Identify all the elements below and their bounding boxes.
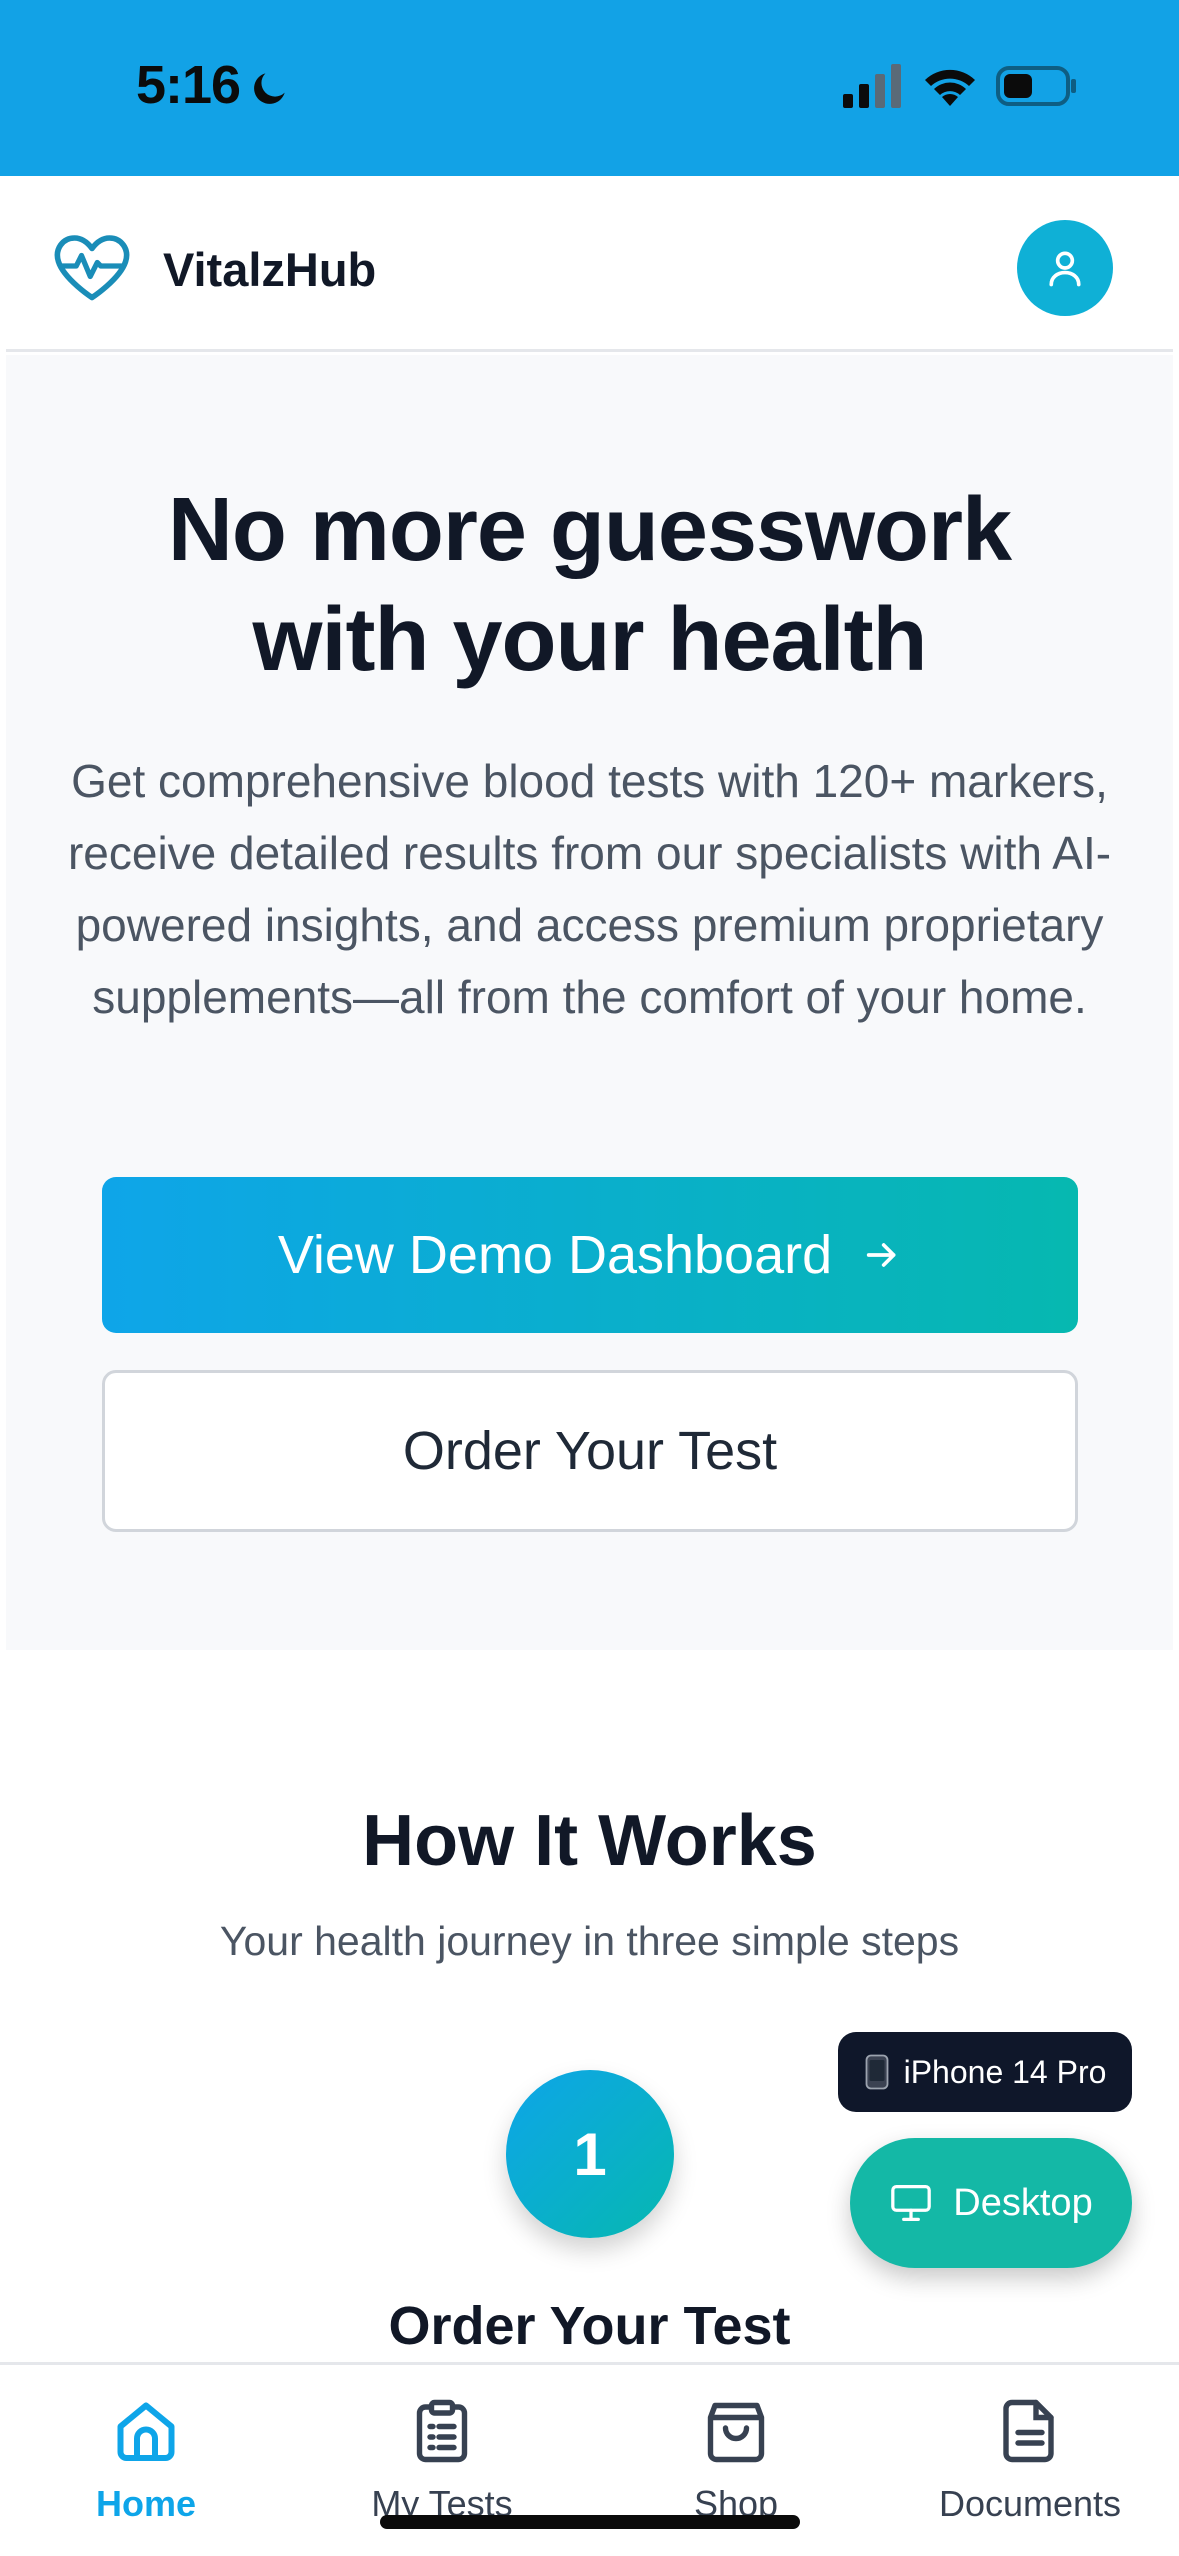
hero-title-line2: with your health — [252, 590, 927, 690]
nav-item-documents[interactable]: Documents — [900, 2395, 1160, 2535]
monitor-icon — [891, 2185, 932, 2221]
nav-item-shop[interactable]: Shop — [606, 2395, 866, 2535]
hero-title: No more guesswork with your health — [46, 475, 1133, 695]
battery-icon — [996, 66, 1076, 106]
nav-item-home[interactable]: Home — [16, 2395, 276, 2535]
view-demo-dashboard-label: View Demo Dashboard — [277, 1225, 833, 1285]
document-icon — [1003, 2399, 1054, 2463]
how-it-works-subtitle: Your health journey in three simple step… — [219, 1918, 960, 1964]
desktop-view-button[interactable]: Desktop — [850, 2138, 1132, 2268]
heart-pulse-icon[interactable] — [50, 224, 134, 308]
nav-label-home: Home — [95, 2483, 197, 2524]
user-avatar-button[interactable] — [1017, 220, 1113, 316]
shopping-bag-icon — [707, 2402, 765, 2463]
hero-title-line1: No more guesswork — [167, 480, 1012, 580]
device-name: iPhone 14 Pro — [903, 2053, 1107, 2090]
how-it-works-title: How It Works — [362, 1801, 817, 1881]
device-indicator-badge: iPhone 14 Pro — [838, 2032, 1132, 2112]
home-icon — [117, 2402, 175, 2461]
wifi-icon — [925, 69, 975, 106]
hero-description: Get comprehensive blood tests with 120+ … — [67, 755, 1112, 1023]
phone-icon — [865, 2054, 888, 2090]
nav-item-my-tests[interactable]: My Tests — [312, 2395, 572, 2535]
nav-label-documents: Documents — [938, 2483, 1122, 2524]
clipboard-list-icon — [416, 2399, 468, 2463]
arrow-right-icon — [866, 1243, 896, 1267]
step-title: Order Your Test — [388, 2296, 791, 2356]
status-time: 5:16 — [136, 55, 241, 115]
moon-icon — [254, 73, 285, 104]
order-your-test-label: Order Your Test — [402, 1421, 778, 1481]
desktop-view-label: Desktop — [953, 2181, 1093, 2224]
app-header: VitalzHub — [6, 180, 1173, 352]
step-number-badge: 1 — [506, 2070, 674, 2238]
signal-icon — [843, 64, 901, 108]
brand-name[interactable]: VitalzHub — [163, 242, 376, 297]
order-your-test-button[interactable]: Order Your Test — [102, 1370, 1078, 1532]
user-icon — [1049, 251, 1081, 287]
hero-section: No more guesswork with your health Get c… — [6, 355, 1173, 1650]
view-demo-dashboard-button[interactable]: View Demo Dashboard — [102, 1177, 1078, 1333]
home-indicator[interactable] — [380, 2515, 800, 2529]
status-bar: 5:16 — [0, 0, 1179, 176]
